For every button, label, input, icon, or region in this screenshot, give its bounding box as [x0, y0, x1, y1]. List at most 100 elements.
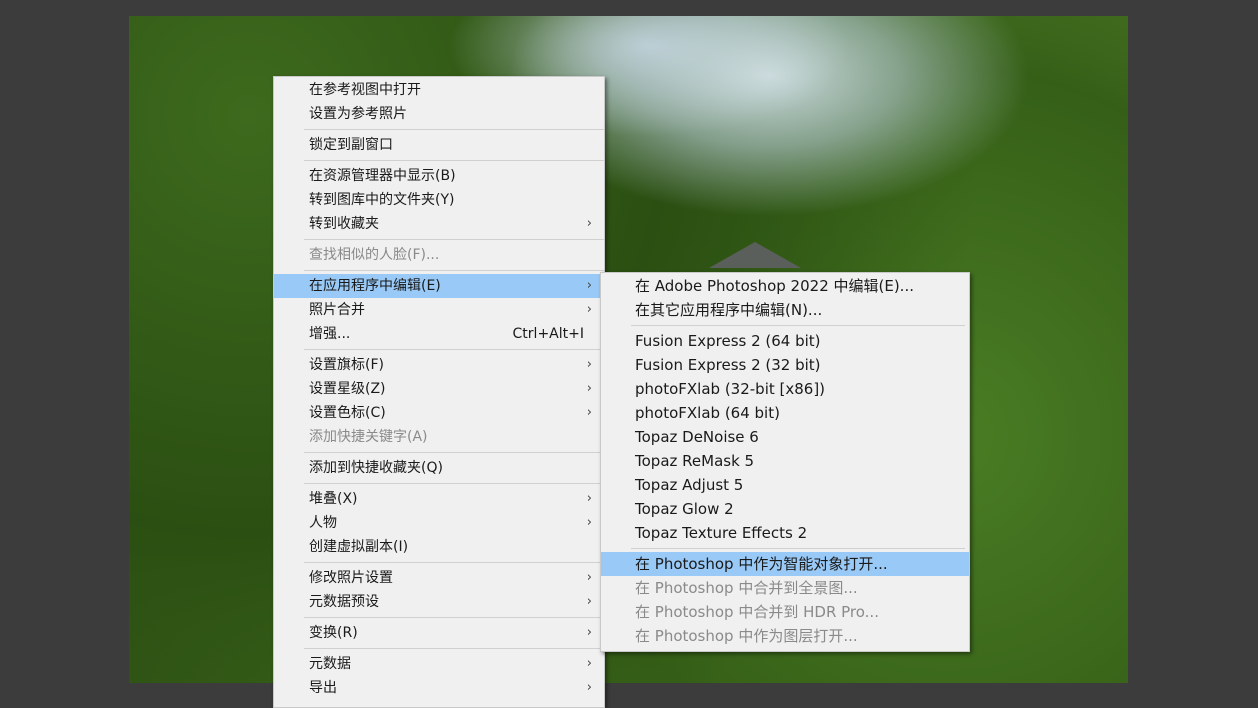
menu-item-label: 修改照片设置: [309, 570, 393, 586]
menu-item-edit-in-app[interactable]: 在应用程序中编辑(E) ›: [274, 274, 604, 298]
chevron-right-icon: ›: [586, 278, 592, 293]
chevron-right-icon: ›: [586, 625, 592, 640]
menu-item-label: 人物: [309, 515, 337, 531]
submenu-item-label: 在 Photoshop 中作为智能对象打开...: [635, 555, 888, 573]
menu-separator: [304, 349, 604, 350]
menu-item-export[interactable]: 导出 ›: [274, 676, 604, 700]
menu-item-label: 堆叠(X): [309, 491, 358, 507]
submenu-item-label: 在 Photoshop 中合并到全景图...: [635, 579, 858, 597]
menu-item-label: 添加快捷关键字(A): [309, 429, 428, 445]
menu-item-open-reference-view[interactable]: 在参考视图中打开: [274, 78, 604, 102]
menu-separator: [304, 562, 604, 563]
submenu-item-label: Topaz Adjust 5: [635, 476, 744, 494]
menu-separator: [631, 548, 965, 549]
chevron-right-icon: ›: [586, 381, 592, 396]
menu-item-set-color-label[interactable]: 设置色标(C) ›: [274, 401, 604, 425]
submenu-item-label: photoFXlab (32-bit [x86]): [635, 380, 826, 398]
submenu-item-label: Topaz Texture Effects 2: [635, 524, 808, 542]
context-menu: 在参考视图中打开 设置为参考照片 锁定到副窗口 在资源管理器中显示(B) 转到图…: [273, 76, 605, 708]
menu-item-add-to-quick-collection[interactable]: 添加到快捷收藏夹(Q): [274, 456, 604, 480]
menu-item-label: 设置为参考照片: [309, 106, 407, 122]
submenu-item-label: 在 Photoshop 中合并到 HDR Pro...: [635, 603, 879, 621]
menu-separator: [304, 617, 604, 618]
submenu-item-topaz-denoise[interactable]: Topaz DeNoise 6: [601, 425, 969, 449]
edit-in-submenu: 在 Adobe Photoshop 2022 中编辑(E)... 在其它应用程序…: [600, 272, 970, 652]
submenu-item-topaz-texture-effects[interactable]: Topaz Texture Effects 2: [601, 521, 969, 545]
temple-roof: [709, 242, 801, 268]
menu-item-label: 查找相似的人脸(F)...: [309, 247, 440, 263]
menu-item-label: 转到图库中的文件夹(Y): [309, 192, 455, 208]
submenu-item-label: 在 Adobe Photoshop 2022 中编辑(E)...: [635, 277, 914, 295]
menu-item-lock-secondary-window[interactable]: 锁定到副窗口: [274, 133, 604, 157]
menu-item-label: 设置旗标(F): [309, 357, 384, 373]
submenu-item-label: Topaz ReMask 5: [635, 452, 755, 470]
submenu-item-topaz-glow[interactable]: Topaz Glow 2: [601, 497, 969, 521]
chevron-right-icon: ›: [586, 594, 592, 609]
chevron-right-icon: ›: [586, 405, 592, 420]
menu-item-label: 变换(R): [309, 625, 358, 641]
menu-item-transform[interactable]: 变换(R) ›: [274, 621, 604, 645]
submenu-item-topaz-remask[interactable]: Topaz ReMask 5: [601, 449, 969, 473]
submenu-item-edit-photoshop-2022[interactable]: 在 Adobe Photoshop 2022 中编辑(E)...: [601, 274, 969, 298]
submenu-item-label: 在其它应用程序中编辑(N)...: [635, 301, 823, 319]
menu-item-label: 导出: [309, 680, 337, 696]
menu-separator: [304, 160, 604, 161]
submenu-item-photofxlab-32[interactable]: photoFXlab (32-bit [x86]): [601, 377, 969, 401]
menu-item-find-similar-faces: 查找相似的人脸(F)...: [274, 243, 604, 267]
chevron-right-icon: ›: [586, 570, 592, 585]
menu-item-people[interactable]: 人物 ›: [274, 511, 604, 535]
chevron-right-icon: ›: [586, 302, 592, 317]
menu-item-label: 元数据: [309, 656, 351, 672]
submenu-item-label: Fusion Express 2 (32 bit): [635, 356, 821, 374]
menu-separator: [304, 648, 604, 649]
menu-item-go-to-collection[interactable]: 转到收藏夹 ›: [274, 212, 604, 236]
menu-separator: [304, 452, 604, 453]
chevron-right-icon: ›: [586, 680, 592, 695]
submenu-item-edit-other-app[interactable]: 在其它应用程序中编辑(N)...: [601, 298, 969, 322]
chevron-right-icon: ›: [586, 656, 592, 671]
menu-item-label: 在资源管理器中显示(B): [309, 168, 456, 184]
menu-item-enhance[interactable]: 增强... Ctrl+Alt+I: [274, 322, 604, 346]
menu-separator: [304, 239, 604, 240]
menu-item-label: 增强...: [309, 326, 351, 342]
submenu-item-fusion-express-64[interactable]: Fusion Express 2 (64 bit): [601, 329, 969, 353]
menu-item-create-virtual-copy[interactable]: 创建虚拟副本(I): [274, 535, 604, 559]
chevron-right-icon: ›: [586, 491, 592, 506]
submenu-item-label: Topaz DeNoise 6: [635, 428, 759, 446]
chevron-right-icon: ›: [586, 216, 592, 231]
menu-item-label: 转到收藏夹: [309, 216, 379, 232]
menu-item-label: 设置色标(C): [309, 405, 386, 421]
menu-item-develop-settings[interactable]: 修改照片设置 ›: [274, 566, 604, 590]
chevron-right-icon: ›: [586, 515, 592, 530]
menu-item-label: 在应用程序中编辑(E): [309, 278, 441, 294]
submenu-item-merge-panorama: 在 Photoshop 中合并到全景图...: [601, 576, 969, 600]
submenu-item-fusion-express-32[interactable]: Fusion Express 2 (32 bit): [601, 353, 969, 377]
menu-item-label: 在参考视图中打开: [309, 82, 421, 98]
submenu-item-open-smart-object[interactable]: 在 Photoshop 中作为智能对象打开...: [601, 552, 969, 576]
menu-separator: [631, 325, 965, 326]
menu-item-add-quick-keyword: 添加快捷关键字(A): [274, 425, 604, 449]
submenu-item-label: photoFXlab (64 bit): [635, 404, 780, 422]
menu-item-label: 设置星级(Z): [309, 381, 386, 397]
submenu-item-merge-hdr-pro: 在 Photoshop 中合并到 HDR Pro...: [601, 600, 969, 624]
menu-separator: [304, 270, 604, 271]
menu-separator: [304, 483, 604, 484]
menu-item-go-to-folder[interactable]: 转到图库中的文件夹(Y): [274, 188, 604, 212]
menu-item-label: 创建虚拟副本(I): [309, 539, 409, 555]
submenu-item-photofxlab-64[interactable]: photoFXlab (64 bit): [601, 401, 969, 425]
shortcut-label: Ctrl+Alt+I: [512, 326, 584, 342]
menu-item-photo-merge[interactable]: 照片合并 ›: [274, 298, 604, 322]
menu-item-metadata-presets[interactable]: 元数据预设 ›: [274, 590, 604, 614]
submenu-item-topaz-adjust[interactable]: Topaz Adjust 5: [601, 473, 969, 497]
menu-item-label: 元数据预设: [309, 594, 379, 610]
menu-item-show-in-explorer[interactable]: 在资源管理器中显示(B): [274, 164, 604, 188]
menu-item-label: 添加到快捷收藏夹(Q): [309, 460, 443, 476]
menu-item-set-rating[interactable]: 设置星级(Z) ›: [274, 377, 604, 401]
menu-item-metadata[interactable]: 元数据 ›: [274, 652, 604, 676]
menu-item-stacking[interactable]: 堆叠(X) ›: [274, 487, 604, 511]
menu-separator: [304, 129, 604, 130]
chevron-right-icon: ›: [586, 357, 592, 372]
menu-item-set-flag[interactable]: 设置旗标(F) ›: [274, 353, 604, 377]
submenu-item-open-as-layers: 在 Photoshop 中作为图层打开...: [601, 624, 969, 648]
menu-item-set-reference-photo[interactable]: 设置为参考照片: [274, 102, 604, 126]
